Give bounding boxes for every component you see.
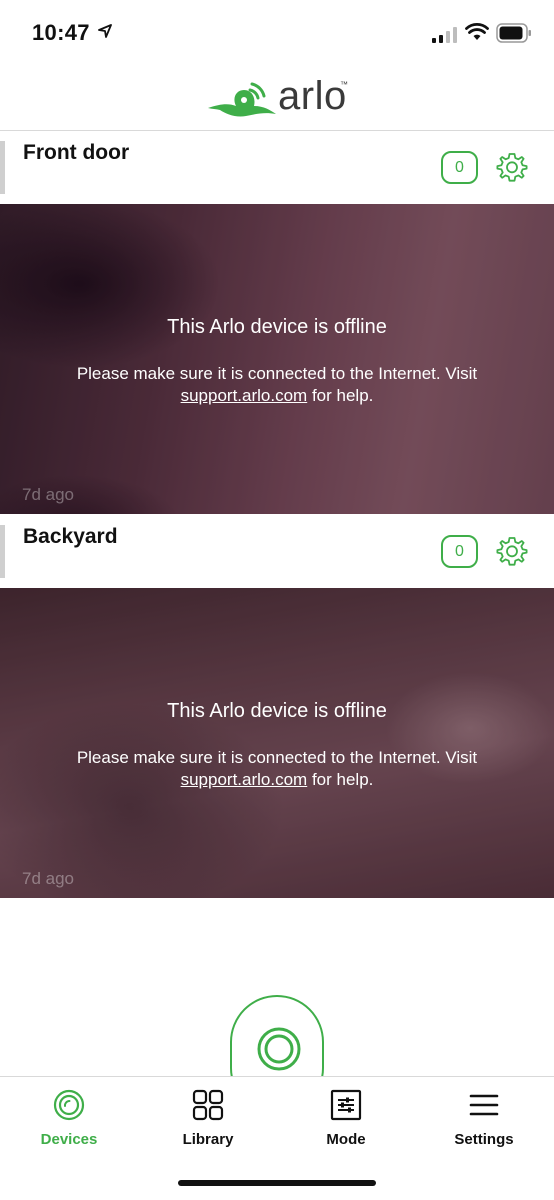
camera-card-header[interactable]: Backyard 0 <box>0 515 554 588</box>
status-bar: 10:47 <box>0 0 554 64</box>
help-suffix: for help. <box>311 770 374 789</box>
card-accent-bar <box>0 525 5 578</box>
offline-title: This Arlo device is offline <box>167 700 387 722</box>
support-link[interactable]: support.arlo.com <box>181 386 308 405</box>
feed-overlay <box>0 204 554 514</box>
tab-label: Mode <box>326 1131 366 1148</box>
offline-message-text: Please make sure it is connected to the … <box>76 364 478 383</box>
clip-count-badge[interactable]: 0 <box>441 151 478 184</box>
offline-message-text: Please make sure it is connected to the … <box>76 748 478 767</box>
clip-count-badge[interactable]: 0 <box>441 535 478 568</box>
last-seen-time: 7d ago <box>22 869 74 888</box>
tab-label: Devices <box>40 1131 98 1148</box>
arlo-logo: arlo ™ <box>206 74 356 124</box>
menu-icon <box>469 1094 499 1116</box>
camera-name: Front door <box>23 141 130 164</box>
offline-message: Please make sure it is connected to the … <box>0 363 554 407</box>
tab-settings[interactable]: Settings <box>429 1089 539 1161</box>
battery-icon <box>496 23 531 43</box>
tab-devices[interactable]: Devices <box>14 1089 124 1161</box>
logo-trademark: ™ <box>340 80 348 89</box>
home-indicator[interactable] <box>178 1180 376 1186</box>
tab-label: Library <box>182 1131 234 1148</box>
status-time: 10:47 <box>32 20 90 45</box>
camera-feed[interactable]: This Arlo device is offline Please make … <box>0 588 554 898</box>
gear-icon[interactable] <box>496 535 528 567</box>
tab-mode[interactable]: Mode <box>291 1089 401 1161</box>
tab-library[interactable]: Library <box>153 1089 263 1161</box>
wifi-icon <box>465 23 489 40</box>
location-arrow-icon <box>98 24 112 38</box>
cellular-signal-icon <box>432 27 457 43</box>
help-suffix: for help. <box>311 386 374 405</box>
camera-card-header[interactable]: Front door 0 <box>0 131 554 204</box>
camera-name: Backyard <box>23 525 118 548</box>
support-link[interactable]: support.arlo.com <box>181 770 308 789</box>
grid-icon <box>192 1089 224 1121</box>
offline-message: Please make sure it is connected to the … <box>0 747 554 791</box>
offline-title: This Arlo device is offline <box>167 316 387 338</box>
card-accent-bar <box>0 141 5 194</box>
devices-icon <box>53 1089 85 1121</box>
camera-lens-icon <box>257 1027 301 1071</box>
camera-feed[interactable]: This Arlo device is offline Please make … <box>0 204 554 514</box>
sliders-icon <box>330 1089 362 1121</box>
logo-text: arlo <box>278 74 347 118</box>
feed-overlay <box>0 588 554 898</box>
last-seen-time: 7d ago <box>22 485 74 504</box>
arlo-bird-icon <box>208 82 276 117</box>
gear-icon[interactable] <box>496 151 528 183</box>
app-header: arlo ™ <box>0 64 554 131</box>
tab-label: Settings <box>454 1131 514 1148</box>
